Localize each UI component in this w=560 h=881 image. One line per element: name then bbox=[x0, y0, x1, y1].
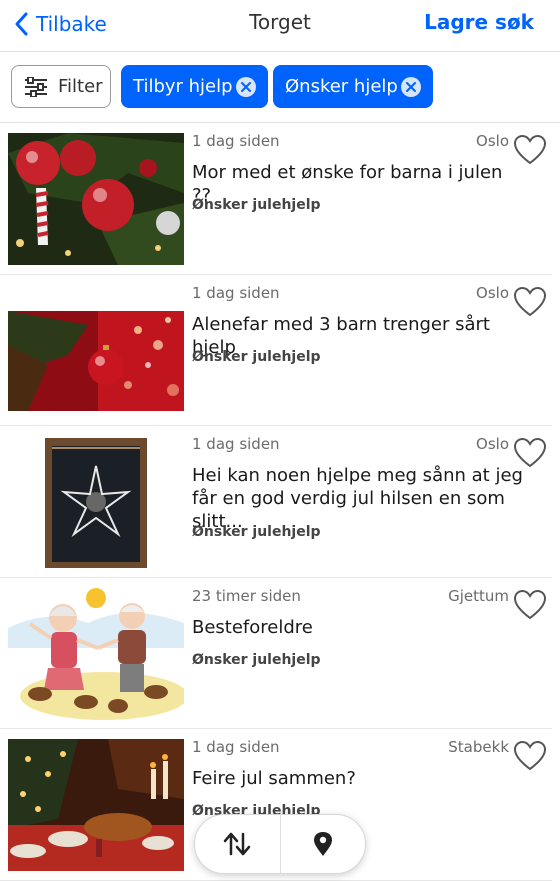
listing-title: Hei kan noen hjelpe meg sånn at jeg får … bbox=[192, 465, 523, 532]
save-search-button[interactable]: Lagre søk bbox=[424, 10, 534, 34]
remove-chip-button[interactable] bbox=[236, 77, 256, 97]
listing-image bbox=[8, 133, 184, 265]
listing-location: Oslo bbox=[476, 283, 509, 302]
top-bar: Tilbake Torget Lagre søk bbox=[0, 0, 560, 52]
list-item[interactable]: 1 dag siden Oslo Hei kan noen hjelpe meg… bbox=[0, 426, 552, 578]
close-icon bbox=[241, 82, 251, 92]
listing-category: Ønsker julehjelp bbox=[192, 197, 321, 213]
listing-image bbox=[8, 739, 184, 871]
listing-location: Stabekk bbox=[448, 738, 509, 756]
listing-title: Besteforeldre bbox=[192, 616, 313, 638]
floating-action-bar bbox=[194, 814, 366, 874]
remove-chip-button[interactable] bbox=[401, 77, 421, 97]
list-item[interactable]: 1 dag siden Oslo Alenefar med 3 barn tre… bbox=[0, 275, 552, 426]
filter-button[interactable]: Filter bbox=[11, 65, 111, 108]
listing-location: Oslo bbox=[476, 132, 509, 150]
chip-label: Ønsker hjelp bbox=[285, 76, 398, 97]
listing-image bbox=[8, 587, 184, 720]
listing-category: Ønsker julehjelp bbox=[192, 524, 321, 540]
chip-onsker-hjelp[interactable]: Ønsker hjelp bbox=[273, 65, 433, 108]
listing-image bbox=[8, 436, 184, 568]
filter-bar: Filter Tilbyr hjelp Ønsker hjelp bbox=[0, 52, 560, 123]
listing-image bbox=[8, 284, 184, 417]
listing-category: Ønsker julehjelp bbox=[192, 348, 321, 365]
listing-time: 1 dag siden bbox=[192, 132, 280, 150]
map-pin-icon bbox=[313, 832, 332, 856]
list-item[interactable]: 23 timer siden Gjettum Besteforeldre Øns… bbox=[0, 578, 552, 729]
sort-arrows-icon bbox=[224, 832, 251, 856]
listing-location: Oslo bbox=[476, 435, 509, 453]
listing-time: 1 dag siden bbox=[192, 283, 280, 302]
sort-button[interactable] bbox=[195, 815, 280, 873]
listing-title: Feire jul sammen? bbox=[192, 768, 356, 789]
close-icon bbox=[406, 82, 416, 92]
list-item[interactable]: 1 dag siden Oslo Mor med et ønske for ba… bbox=[0, 123, 552, 275]
chip-label: Tilbyr hjelp bbox=[133, 76, 233, 97]
filter-label: Filter bbox=[58, 76, 103, 97]
chip-tilbyr-hjelp[interactable]: Tilbyr hjelp bbox=[121, 65, 268, 108]
listing-list: 1 dag siden Oslo Mor med et ønske for ba… bbox=[0, 123, 560, 881]
listing-category: Ønsker julehjelp bbox=[192, 651, 321, 668]
listing-time: 1 dag siden bbox=[192, 738, 280, 756]
sliders-icon bbox=[25, 76, 47, 97]
listing-time: 23 timer siden bbox=[192, 586, 301, 605]
map-button[interactable] bbox=[281, 815, 366, 873]
listing-time: 1 dag siden bbox=[192, 435, 280, 453]
listing-location: Gjettum bbox=[448, 586, 509, 605]
